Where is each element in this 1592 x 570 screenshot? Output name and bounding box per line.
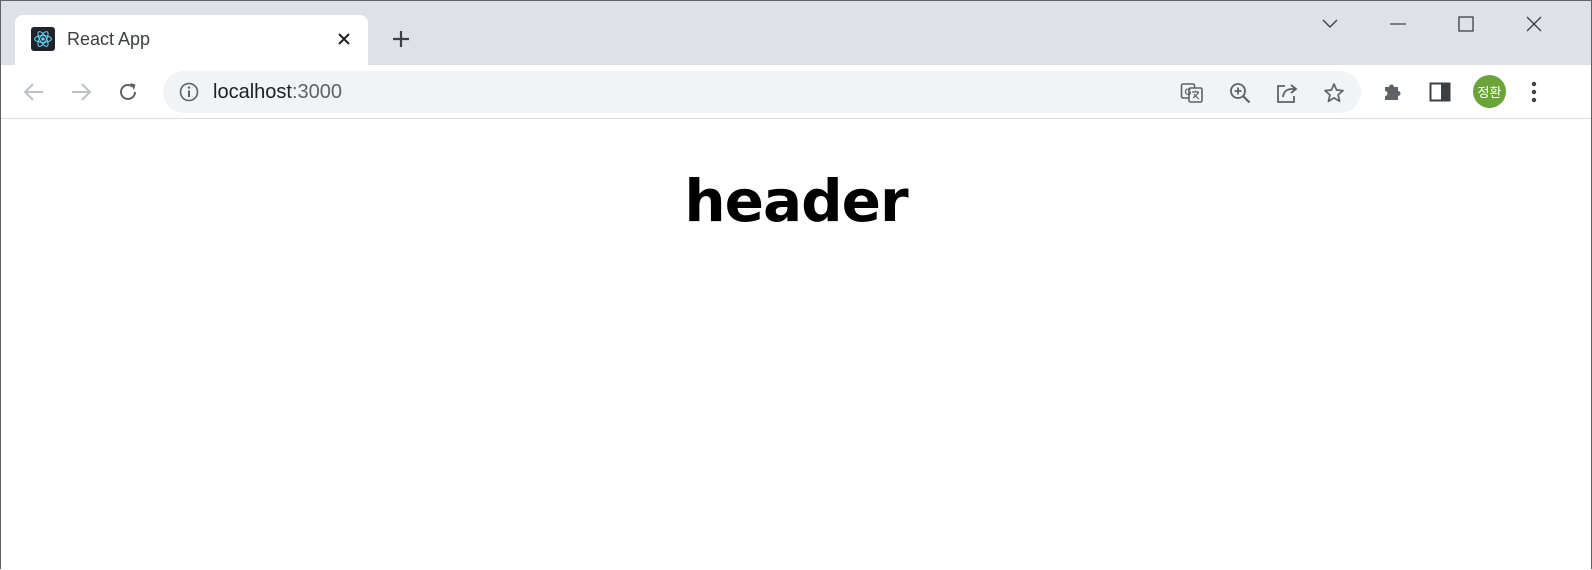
- tab-strip: React App: [1, 1, 1591, 65]
- translate-icon[interactable]: G: [1176, 77, 1208, 109]
- side-panel-icon[interactable]: [1423, 75, 1457, 109]
- react-logo-icon: [31, 27, 55, 51]
- browser-toolbar: localhost:3000 G 정환: [1, 65, 1591, 119]
- page-header: header: [684, 167, 908, 235]
- url-host: localhost: [213, 81, 292, 103]
- browser-window: React App localhost:3000 G 정환 header: [0, 0, 1592, 569]
- close-tab-icon[interactable]: [330, 25, 358, 53]
- extensions-puzzle-icon[interactable]: [1376, 75, 1410, 109]
- more-options-icon[interactable]: [1517, 75, 1551, 109]
- maximize-icon[interactable]: [1443, 1, 1489, 47]
- url-port: :3000: [291, 81, 342, 103]
- zoom-icon[interactable]: [1224, 77, 1256, 109]
- tab-title: React App: [67, 29, 151, 49]
- bookmark-star-icon[interactable]: [1318, 77, 1350, 109]
- minimize-icon[interactable]: [1375, 1, 1421, 47]
- tab-search-icon[interactable]: [1307, 1, 1353, 47]
- close-window-icon[interactable]: [1511, 1, 1557, 47]
- svg-text:G: G: [1184, 87, 1191, 97]
- share-icon[interactable]: [1271, 77, 1303, 109]
- reload-icon[interactable]: [111, 75, 145, 109]
- profile-avatar[interactable]: 정환: [1473, 75, 1506, 108]
- tab-react-app[interactable]: React App: [15, 15, 368, 65]
- site-info-icon[interactable]: [177, 80, 201, 104]
- forward-arrow-icon[interactable]: [64, 75, 98, 109]
- new-tab-icon[interactable]: [385, 23, 417, 55]
- back-arrow-icon[interactable]: [17, 75, 51, 109]
- url-text[interactable]: localhost:3000: [213, 81, 342, 104]
- page-content: header: [1, 119, 1591, 569]
- address-bar[interactable]: localhost:3000 G: [163, 71, 1361, 113]
